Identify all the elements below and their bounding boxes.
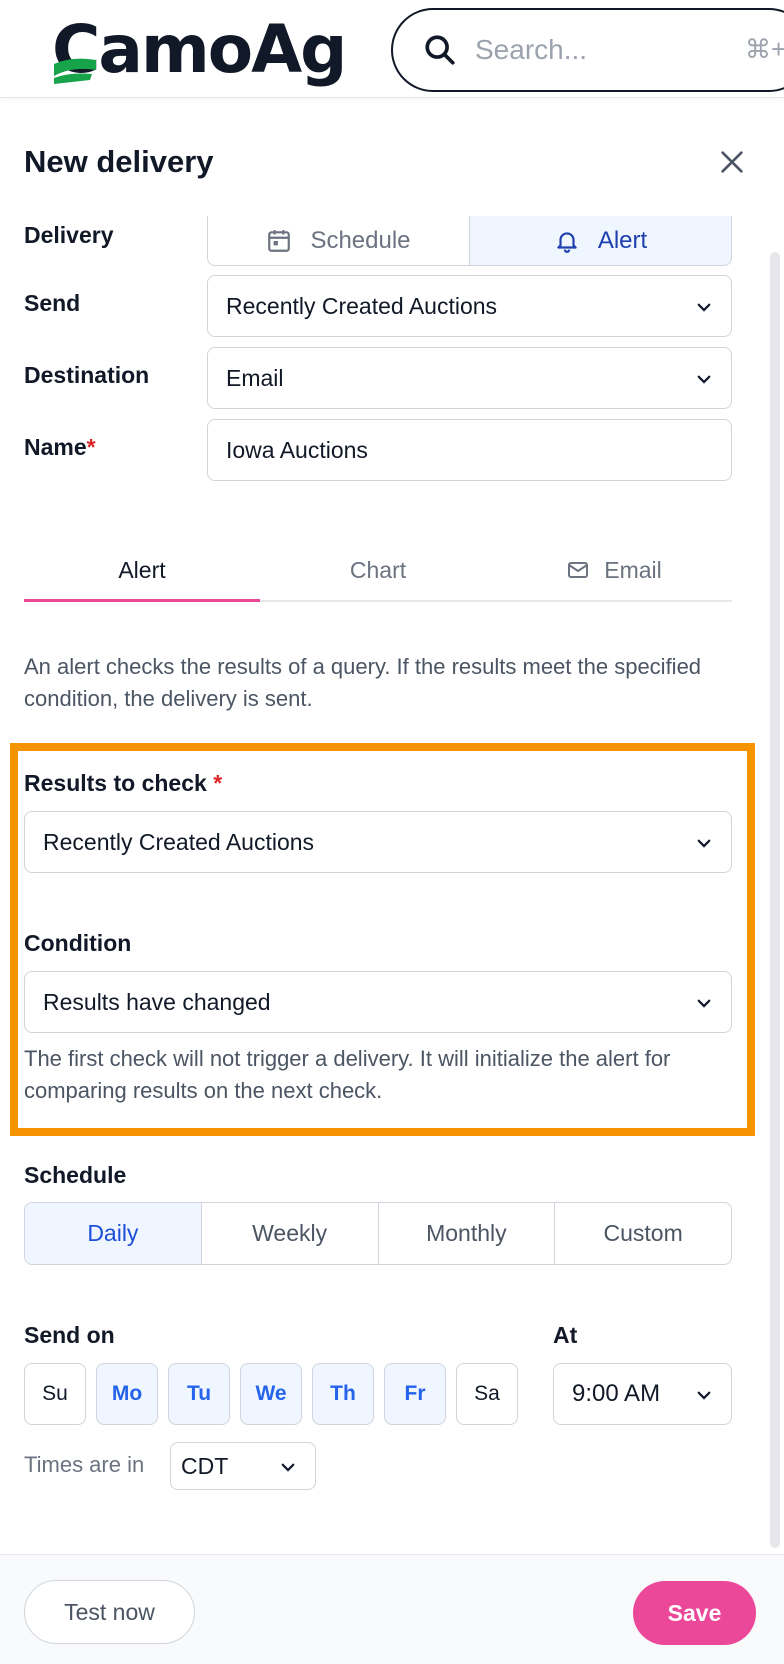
- name-label: Name*: [24, 434, 96, 460]
- destination-value: Email: [226, 364, 284, 391]
- timezone-value: CDT: [181, 1452, 229, 1479]
- delivery-schedule-label: Schedule: [310, 226, 411, 254]
- results-label: Results to check *: [24, 770, 223, 796]
- tab-alert[interactable]: Alert: [24, 540, 260, 602]
- send-on-label: Send on: [24, 1322, 115, 1348]
- timezone-select[interactable]: CDT: [170, 1442, 316, 1490]
- field-icon: [54, 58, 96, 84]
- condition-select[interactable]: Results have changed: [24, 971, 732, 1033]
- top-bar: CamoAg Search... ⌘+: [0, 0, 784, 98]
- results-select[interactable]: Recently Created Auctions: [24, 811, 732, 873]
- day-monday[interactable]: Mo: [96, 1363, 158, 1425]
- day-friday[interactable]: Fr: [384, 1363, 446, 1425]
- tabs: Alert Chart Email: [24, 540, 732, 602]
- condition-label: Condition: [24, 930, 132, 956]
- delivery-type-toggle: Schedule Alert: [207, 216, 732, 266]
- send-select[interactable]: Recently Created Auctions: [207, 275, 732, 337]
- test-now-button[interactable]: Test now: [24, 1580, 195, 1644]
- schedule-custom[interactable]: Custom: [554, 1203, 731, 1264]
- chevron-down-icon: [697, 1391, 711, 1400]
- chevron-down-icon: [697, 999, 711, 1008]
- tab-email[interactable]: Email: [496, 540, 732, 600]
- timezone-label: Times are in: [24, 1452, 145, 1477]
- search-placeholder: Search...: [475, 34, 588, 65]
- close-icon[interactable]: [716, 146, 748, 178]
- schedule-monthly[interactable]: Monthly: [377, 1203, 555, 1264]
- destination-label: Destination: [24, 362, 150, 388]
- calendar-icon: [268, 229, 291, 252]
- logo[interactable]: CamoAg: [52, 14, 347, 86]
- results-value: Recently Created Auctions: [43, 828, 315, 855]
- save-button[interactable]: Save: [633, 1581, 756, 1645]
- day-wednesday[interactable]: We: [240, 1363, 302, 1425]
- search-icon: [425, 35, 455, 65]
- day-saturday[interactable]: Sa: [456, 1363, 518, 1425]
- delivery-label: Delivery: [24, 222, 114, 248]
- chevron-down-icon: [697, 839, 711, 848]
- delivery-alert-option[interactable]: Alert: [469, 216, 731, 265]
- schedule-toggle: Daily Weekly Monthly Custom: [24, 1202, 732, 1265]
- time-select[interactable]: 9:00 AM: [553, 1363, 732, 1425]
- name-input[interactable]: Iowa Auctions: [207, 419, 732, 481]
- alert-description: An alert checks the results of a query. …: [24, 654, 702, 711]
- day-thursday[interactable]: Th: [312, 1363, 374, 1425]
- required-mark: *: [213, 770, 223, 796]
- send-label: Send: [24, 290, 81, 316]
- time-value: 9:00 AM: [572, 1380, 661, 1407]
- schedule-daily[interactable]: Daily: [25, 1203, 201, 1264]
- day-tuesday[interactable]: Tu: [168, 1363, 230, 1425]
- mail-icon: [568, 562, 589, 578]
- bell-icon: [557, 231, 577, 253]
- search-shortcut: ⌘+: [745, 34, 784, 64]
- condition-value: Results have changed: [43, 988, 271, 1015]
- chevron-down-icon: [697, 303, 711, 312]
- day-sunday[interactable]: Su: [24, 1363, 86, 1425]
- delivery-schedule-option[interactable]: Schedule: [208, 216, 469, 265]
- chevron-down-icon: [697, 375, 711, 384]
- scrollbar[interactable]: [770, 252, 780, 1548]
- required-mark: *: [86, 434, 96, 460]
- delivery-alert-label: Alert: [597, 226, 648, 254]
- at-label: At: [553, 1322, 578, 1348]
- modal-title: New delivery: [24, 144, 214, 179]
- destination-select[interactable]: Email: [207, 347, 732, 409]
- search-box[interactable]: Search... ⌘+: [391, 8, 784, 92]
- chevron-down-icon: [281, 1463, 295, 1472]
- tab-chart[interactable]: Chart: [260, 540, 496, 600]
- schedule-label: Schedule: [24, 1162, 127, 1188]
- schedule-weekly[interactable]: Weekly: [200, 1203, 378, 1264]
- send-value: Recently Created Auctions: [226, 292, 498, 319]
- condition-help: The first check will not trigger a deliv…: [24, 1046, 671, 1103]
- name-value: Iowa Auctions: [226, 436, 368, 463]
